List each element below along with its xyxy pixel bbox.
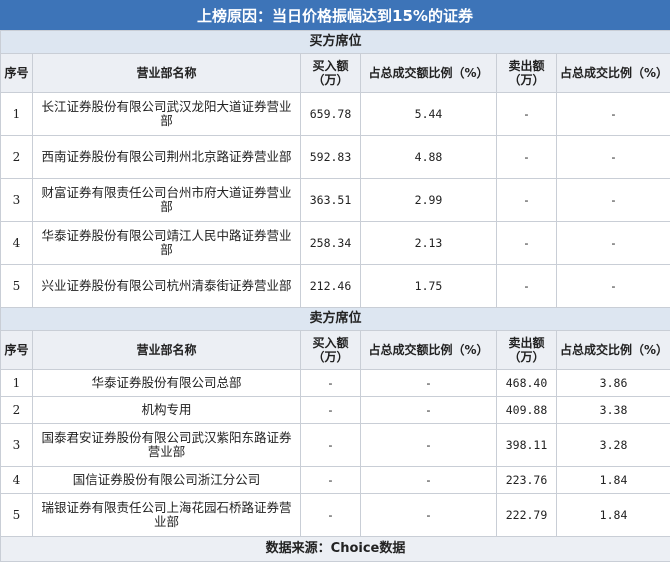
sell-seats-header-row: 卖方席位 bbox=[0, 307, 670, 331]
branch-name: 西南证券股份有限公司荆州北京路证券营业部 bbox=[32, 135, 301, 179]
column-header: 营业部名称 bbox=[32, 330, 301, 370]
buy-amount: 258.34 bbox=[300, 221, 361, 265]
buy-ratio: - bbox=[360, 423, 497, 467]
row-number: 2 bbox=[0, 135, 33, 179]
branch-name: 国信证券股份有限公司浙江分公司 bbox=[32, 466, 301, 494]
buy-ratio: 5.44 bbox=[360, 92, 497, 136]
row-number: 2 bbox=[0, 396, 33, 424]
row-number: 3 bbox=[0, 178, 33, 222]
sell-amount: - bbox=[496, 178, 557, 222]
sell-amount: 468.40 bbox=[496, 369, 557, 397]
table-row: 3 国泰君安证券股份有限公司武汉紫阳东路证券营业部 - -398.11 3.28 bbox=[0, 423, 670, 467]
column-header: 买入额（万） bbox=[300, 330, 361, 370]
buy-amount: - bbox=[300, 396, 361, 424]
sell-amount: - bbox=[496, 264, 557, 308]
column-header: 占总成交比例（%） bbox=[555, 330, 670, 370]
column-header: 占总成交比例（%） bbox=[555, 53, 670, 93]
sell-ratio: - bbox=[555, 264, 670, 308]
column-header: 营业部名称 bbox=[32, 53, 301, 93]
table-row: 2 西南证券股份有限公司荆州北京路证券营业部 592.83 4.88- - bbox=[0, 135, 670, 179]
column-header: 占总成交额比例（%） bbox=[360, 53, 497, 93]
row-number: 1 bbox=[0, 92, 33, 136]
buy-seats-label: 买方席位 bbox=[0, 30, 670, 54]
branch-name: 华泰证券股份有限公司靖江人民中路证券营业部 bbox=[32, 221, 301, 265]
buy-ratio: - bbox=[360, 493, 497, 537]
column-header: 序号 bbox=[0, 53, 33, 93]
branch-name: 长江证券股份有限公司武汉龙阳大道证券营业部 bbox=[32, 92, 301, 136]
sell-amount: - bbox=[496, 135, 557, 179]
sell-ratio: - bbox=[555, 135, 670, 179]
row-number: 4 bbox=[0, 466, 33, 494]
branch-name: 瑞银证券有限责任公司上海花园石桥路证券营业部 bbox=[32, 493, 301, 537]
row-number: 3 bbox=[0, 423, 33, 467]
sell-ratio: 1.84 bbox=[555, 466, 670, 494]
branch-name: 国泰君安证券股份有限公司武汉紫阳东路证券营业部 bbox=[32, 423, 301, 467]
data-source-note: 数据来源：Choice数据 bbox=[0, 536, 670, 562]
table-row: 1 华泰证券股份有限公司总部 - -468.40 3.86 bbox=[0, 369, 670, 397]
row-number: 4 bbox=[0, 221, 33, 265]
branch-name: 兴业证券股份有限公司杭州清泰街证券营业部 bbox=[32, 264, 301, 308]
branch-name: 财富证券有限责任公司台州市府大道证券营业部 bbox=[32, 178, 301, 222]
sell-amount: - bbox=[496, 221, 557, 265]
table-row: 5 瑞银证券有限责任公司上海花园石桥路证券营业部 - -222.79 1.84 bbox=[0, 493, 670, 537]
sell-amount: 222.79 bbox=[496, 493, 557, 537]
sell-amount: 223.76 bbox=[496, 466, 557, 494]
column-header: 买入额（万） bbox=[300, 53, 361, 93]
table-row: 3 财富证券有限责任公司台州市府大道证券营业部 363.51 2.99- - bbox=[0, 178, 670, 222]
sell-ratio: 1.84 bbox=[555, 493, 670, 537]
row-number: 1 bbox=[0, 369, 33, 397]
sell-ratio: 3.38 bbox=[555, 396, 670, 424]
column-header: 序号 bbox=[0, 330, 33, 370]
sell-ratio: 3.28 bbox=[555, 423, 670, 467]
column-header: 卖出额（万） bbox=[496, 53, 557, 93]
branch-name: 机构专用 bbox=[32, 396, 301, 424]
sell-amount: 398.11 bbox=[496, 423, 557, 467]
footer-row: 数据来源：Choice数据 bbox=[0, 536, 670, 562]
row-number: 5 bbox=[0, 493, 33, 537]
buy-amount: 659.78 bbox=[300, 92, 361, 136]
buy-amount: 592.83 bbox=[300, 135, 361, 179]
branch-name: 华泰证券股份有限公司总部 bbox=[32, 369, 301, 397]
sell-ratio: 3.86 bbox=[555, 369, 670, 397]
buy-amount: 363.51 bbox=[300, 178, 361, 222]
table-row: 5 兴业证券股份有限公司杭州清泰街证券营业部 212.46 1.75- - bbox=[0, 264, 670, 308]
column-header: 占总成交额比例（%） bbox=[360, 330, 497, 370]
sell-seats-column-headers: 序号 营业部名称 买入额（万） 占总成交额比例（%） 卖出额（万） 占总成交比例（%） bbox=[0, 330, 670, 370]
buy-ratio: - bbox=[360, 369, 497, 397]
buy-ratio: 1.75 bbox=[360, 264, 497, 308]
seats-table: 买方席位 序号 营业部名称 买入额（万） 占总成交额比例（%） 卖出额（万） 占总成交比例（… bbox=[0, 30, 670, 562]
buy-amount: - bbox=[300, 466, 361, 494]
buy-amount: - bbox=[300, 423, 361, 467]
billboard-table-card: 上榜原因：当日价格振幅达到15%的证券 买方席位 序号 营业部名称 买入额（万） 占总成… bbox=[0, 0, 670, 579]
buy-amount: - bbox=[300, 493, 361, 537]
sell-ratio: - bbox=[555, 92, 670, 136]
sell-amount: - bbox=[496, 92, 557, 136]
sell-ratio: - bbox=[555, 178, 670, 222]
buy-amount: - bbox=[300, 369, 361, 397]
buy-ratio: 4.88 bbox=[360, 135, 497, 179]
buy-ratio: - bbox=[360, 396, 497, 424]
sell-amount: 409.88 bbox=[496, 396, 557, 424]
sell-ratio: - bbox=[555, 221, 670, 265]
sell-seats-label: 卖方席位 bbox=[0, 307, 670, 331]
table-row: 4 国信证券股份有限公司浙江分公司 - -223.76 1.84 bbox=[0, 466, 670, 494]
buy-ratio: 2.99 bbox=[360, 178, 497, 222]
page-title: 上榜原因：当日价格振幅达到15%的证券 bbox=[0, 0, 670, 30]
column-header: 卖出额（万） bbox=[496, 330, 557, 370]
buy-seats-column-headers: 序号 营业部名称 买入额（万） 占总成交额比例（%） 卖出额（万） 占总成交比例（%） bbox=[0, 53, 670, 93]
row-number: 5 bbox=[0, 264, 33, 308]
table-row: 1 长江证券股份有限公司武汉龙阳大道证券营业部 659.78 5.44- - bbox=[0, 92, 670, 136]
buy-amount: 212.46 bbox=[300, 264, 361, 308]
buy-ratio: 2.13 bbox=[360, 221, 497, 265]
buy-seats-header-row: 买方席位 bbox=[0, 30, 670, 54]
buy-ratio: - bbox=[360, 466, 497, 494]
table-row: 2 机构专用 - -409.88 3.38 bbox=[0, 396, 670, 424]
table-row: 4 华泰证券股份有限公司靖江人民中路证券营业部 258.34 2.13- - bbox=[0, 221, 670, 265]
